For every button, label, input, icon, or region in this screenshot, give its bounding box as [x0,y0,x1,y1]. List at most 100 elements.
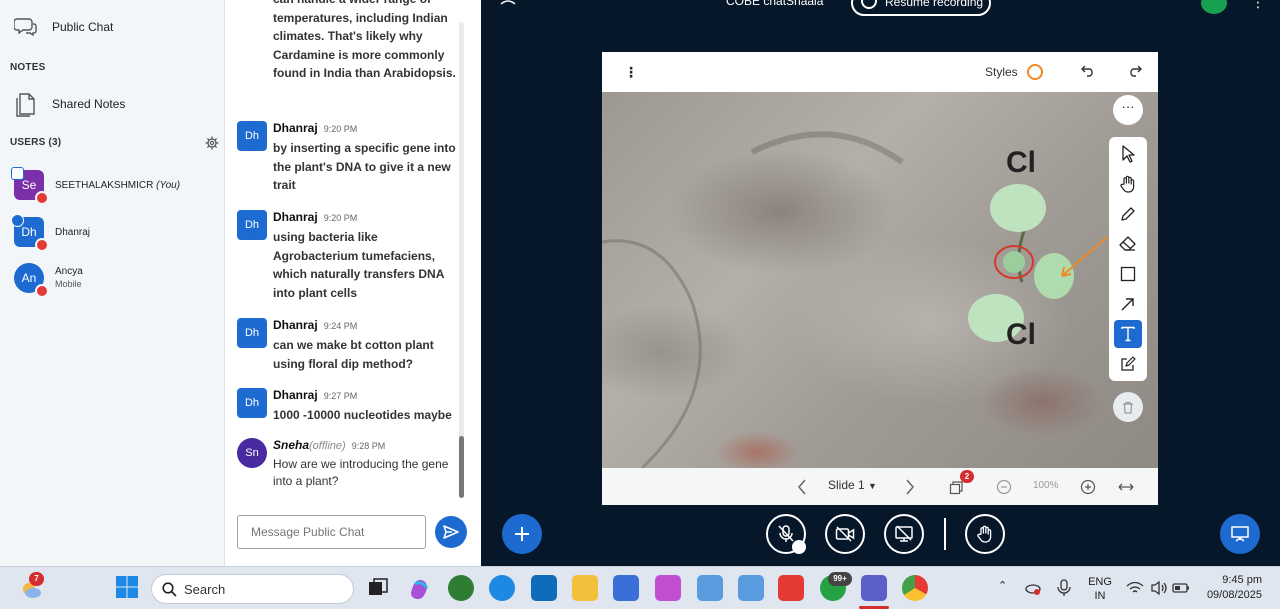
presenter-icon [11,167,24,180]
task-view-icon[interactable] [365,575,391,601]
arrow-icon [1121,298,1134,311]
screen-share-button[interactable] [884,514,924,554]
user-row-seethalakshmicr[interactable]: Se SEETHALAKSHMICR (You) [11,167,180,205]
message-header: Dhanraj 9:24 PM [273,318,357,332]
taskbar-search[interactable]: Search [151,574,354,604]
actions-button[interactable] [502,514,542,554]
undo-icon[interactable] [1081,63,1095,77]
chat-scrollbar[interactable] [459,22,464,498]
avatar-initials: Dh [21,225,37,239]
user-list-icon[interactable] [499,0,519,6]
pencil-icon [1121,207,1135,221]
outlook-icon[interactable] [531,575,557,601]
message-time: 9:28 PM [351,441,386,451]
system-clock[interactable]: 9:45 pm 09/08/2025 [1190,573,1262,603]
windows-taskbar: 7 Search 99+ ⌃ ENG IN 9:45 pm 09/08/2025 [0,566,1280,609]
microphone-button[interactable] [766,514,806,554]
message-input[interactable] [237,515,426,549]
chrome-icon[interactable] [902,575,928,601]
meeting-title: COBE chatShaala [726,0,824,8]
chevron-up-icon[interactable] [792,540,806,554]
connection-status-icon[interactable] [1201,0,1227,14]
presentation-toggle-button[interactable] [1220,514,1260,554]
avatar: Dh [237,121,267,151]
camera-button[interactable] [825,514,865,554]
onedrive-icon[interactable] [1024,579,1042,597]
file-explorer-icon[interactable] [572,575,598,601]
coreldraw-icon[interactable] [448,575,474,601]
avatar: Dh [11,214,49,252]
microsoft-store-icon[interactable] [613,575,639,601]
shared-notes-item[interactable]: Shared Notes [14,91,125,117]
message-text: by inserting a specific gene into the pl… [273,141,456,192]
message-text: can handle a wider range of temperatures… [273,0,456,80]
pencil-tool[interactable] [1114,200,1142,228]
user-name: Dhanraj [55,226,90,239]
styles-label[interactable]: Styles [985,65,1018,79]
layers-badge: 2 [960,470,974,483]
send-button[interactable] [435,516,467,548]
next-slide-icon[interactable] [905,479,915,495]
teams-icon[interactable] [861,575,887,601]
scrollbar-thumb[interactable] [459,436,464,498]
youtube-icon[interactable] [778,575,804,601]
more-tools-button[interactable]: ··· [1113,95,1143,125]
styles-bar: Styles [971,52,1158,92]
note-tool[interactable] [1114,350,1142,378]
slide-menu-button[interactable]: ⋮ [602,52,649,92]
zoom-out-icon[interactable] [996,479,1012,495]
shared-notes-label: Shared Notes [52,97,126,111]
speaker-icon[interactable] [1150,580,1168,596]
pdf-file-icon[interactable] [697,575,723,601]
note-edit-icon [1121,356,1136,371]
slide-selector[interactable]: Slide 1 ▼ [828,478,877,492]
chat-panel: can handle a wider range of temperatures… [225,0,481,566]
plus-icon [515,527,529,541]
slide-image: Cl Cl [602,92,1158,468]
windows-start-icon[interactable] [115,575,141,601]
select-tool[interactable] [1114,140,1142,168]
offline-status: (offline) [309,440,346,452]
text-tool[interactable] [1114,320,1142,348]
public-chat-item[interactable]: Public Chat [14,16,113,38]
copilot-icon[interactable] [406,575,432,601]
pencil-icon [11,214,24,227]
pdf-file-icon-2[interactable] [738,575,764,601]
search-placeholder: Search [184,581,226,597]
redo-icon[interactable] [1128,63,1142,77]
show-hidden-icons[interactable]: ⌃ [998,579,1007,593]
arrow-tool[interactable] [1114,290,1142,318]
delete-button[interactable] [1113,392,1143,422]
chat-message-partial: can handle a wider range of temperatures… [273,0,463,110]
previous-slide-icon[interactable] [797,479,807,495]
eraser-tool[interactable] [1114,230,1142,258]
options-menu-icon[interactable]: ⋮ [1251,0,1265,11]
avatar: Sn [237,438,267,468]
send-icon [443,525,459,539]
message-time: 9:20 PM [323,124,358,134]
edge-browser-icon[interactable] [489,575,515,601]
message-text: can we make bt cotton plant using floral… [273,338,434,371]
search-icon [162,582,177,597]
microsoft-365-icon[interactable] [655,575,681,601]
microphone-icon[interactable] [1056,578,1072,598]
color-swatch[interactable] [1026,64,1043,80]
message-text: using bacteria like Agrobacterium tumefa… [273,230,444,300]
zoom-in-icon[interactable] [1080,479,1096,495]
rectangle-tool[interactable] [1114,260,1142,288]
annotation-top: Cl [1006,146,1036,179]
battery-icon[interactable] [1172,581,1190,595]
resume-recording-button[interactable]: Resume recording [851,0,991,16]
avatar-initials: An [21,271,37,285]
raise-hand-button[interactable] [965,514,1005,554]
language-indicator[interactable]: ENG IN [1086,575,1114,603]
user-row-ancya[interactable]: An Ancya Mobile [14,263,83,298]
user-row-dhanraj[interactable]: Dh Dhanraj [11,214,90,252]
gear-icon[interactable] [205,136,219,150]
wifi-icon[interactable] [1126,580,1144,596]
kebab-icon: ⋮ [624,64,638,80]
pan-tool[interactable] [1114,170,1142,198]
whiteboard[interactable]: Cl Cl ⋮ Styles ··· Slide 1 ▼ 2 100% [602,52,1158,505]
sidebar: Public Chat NOTES Shared Notes USERS (3)… [0,0,225,566]
fit-width-icon[interactable] [1118,481,1134,493]
